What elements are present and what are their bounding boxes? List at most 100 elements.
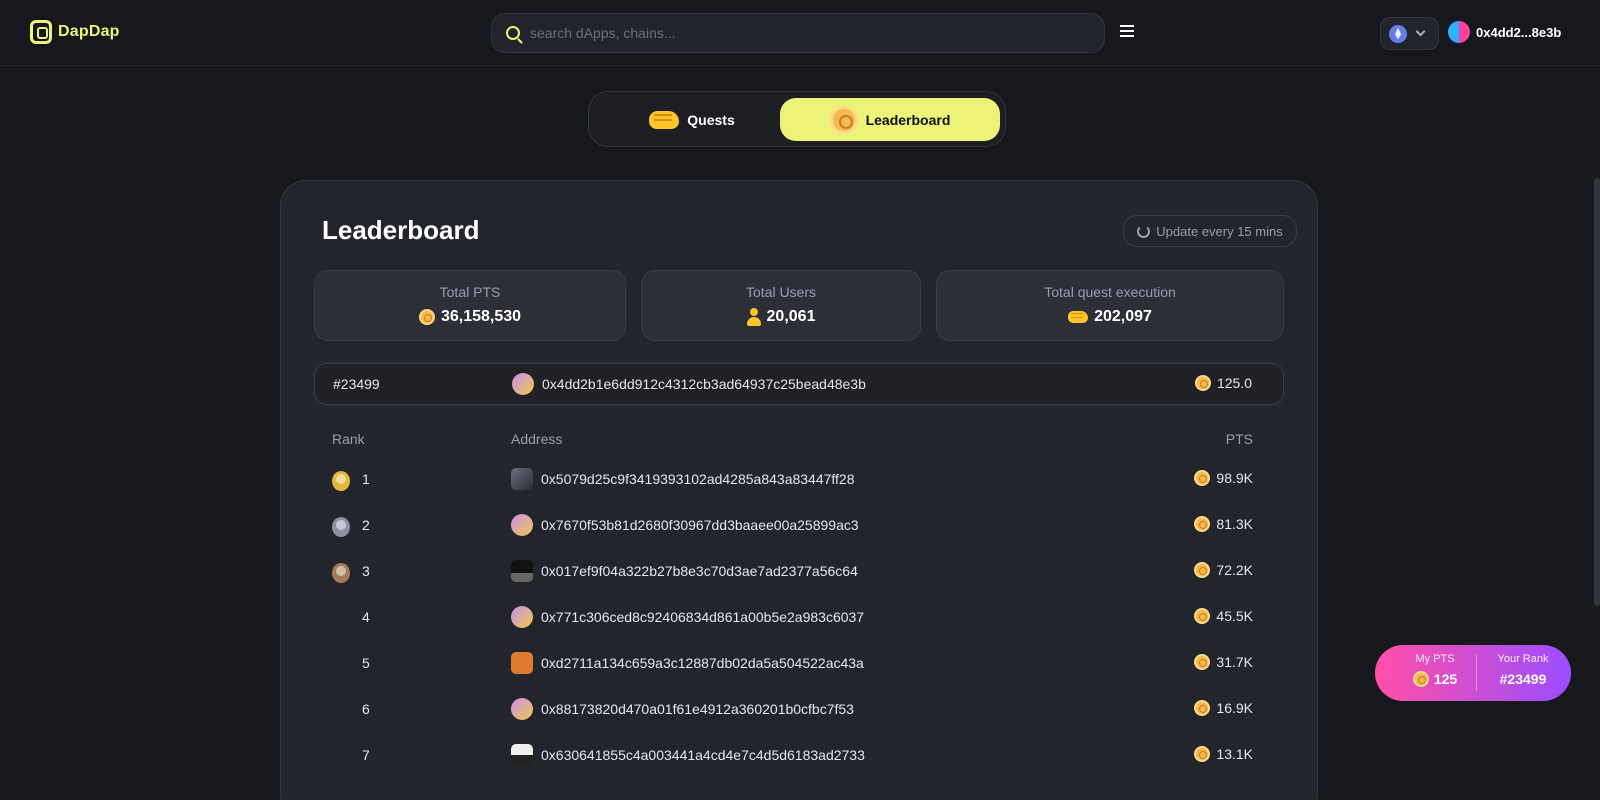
stat-number: 36,158,530 <box>440 308 522 325</box>
address-cell: 0x5079d25c9f3419393102ad4285a843a83447ff… <box>511 468 855 490</box>
coin-icon <box>1194 470 1211 486</box>
divider <box>1476 655 1477 691</box>
coin-icon <box>1194 516 1211 532</box>
stat-total-users: Total Users 20,061 <box>641 270 921 341</box>
address-cell: 0x88173820d470a01f61e4912a360201b0cfbc7f… <box>511 698 854 720</box>
column-header-rank: Rank <box>332 431 365 447</box>
address-text: 0x630641855c4a003441a4cd4e7c4d5d6183ad27… <box>541 747 865 763</box>
coin-icon <box>1412 671 1429 687</box>
tab-quests[interactable]: Quests <box>597 98 787 141</box>
coin-icon <box>1194 608 1211 624</box>
pts-text: 72.2K <box>1216 562 1253 578</box>
address-text: 0x771c306ced8c92406834d861a00b5e2a983c60… <box>541 609 865 625</box>
stat-number: 202,097 <box>1094 308 1152 325</box>
avatar <box>511 652 533 674</box>
address-text: 0x7670f53b81d2680f30967dd3baaee00a25899a… <box>541 517 859 533</box>
address-cell: 0xd2711a134c659a3c12887db02da5a504522ac4… <box>511 652 864 674</box>
address-text: 0x5079d25c9f3419393102ad4285a843a83447ff… <box>541 471 855 487</box>
app-logo[interactable]: DapDap <box>30 20 120 44</box>
stat-value: 202,097 <box>937 308 1283 326</box>
tab-label: Quests <box>687 111 735 128</box>
rank-number: 3 <box>362 563 370 579</box>
logo-text: DapDap <box>58 23 120 40</box>
table-row: 2 0x7670f53b81d2680f30967dd3baaee00a2589… <box>314 503 1284 549</box>
your-rank-section: Your Rank #23499 <box>1479 653 1567 687</box>
my-pts: 125.0 <box>1194 375 1252 391</box>
my-address: 0x4dd2b1e6dd912c4312cb3ad64937c25bead48e… <box>512 373 866 395</box>
tab-leaderboard[interactable]: Leaderboard <box>780 98 1000 141</box>
address-cell: 0x771c306ced8c92406834d861a00b5e2a983c60… <box>511 606 864 628</box>
table-row: 6 0x88173820d470a01f61e4912a360201b0cfbc… <box>314 687 1284 733</box>
stat-label: Total quest execution <box>1044 284 1176 300</box>
search-input[interactable] <box>530 25 1070 41</box>
silver-medal-icon <box>332 517 350 537</box>
top-bar: DapDap 0x4dd2...8e3b <box>0 0 1600 66</box>
pts-text: 45.5K <box>1216 608 1253 624</box>
stat-value: 36,158,530 <box>315 308 625 326</box>
ethereum-icon <box>1389 24 1407 43</box>
pts-text: 125.0 <box>1216 375 1252 391</box>
chain-selector[interactable] <box>1380 17 1439 50</box>
rank-cell <box>332 471 350 491</box>
chevron-down-icon <box>1415 26 1426 37</box>
coin-icon <box>1194 700 1211 716</box>
coin-icon <box>418 309 435 325</box>
coin-icon <box>829 105 858 134</box>
avatar <box>511 606 533 628</box>
address-text: 0xd2711a134c659a3c12887db02da5a504522ac4… <box>541 655 864 671</box>
pts-cell: 81.3K <box>1194 516 1253 532</box>
rank-number: 4 <box>362 609 370 625</box>
coin-icon <box>1194 562 1211 578</box>
address-text: 0x017ef9f04a322b27b8e3c70d3ae7ad2377a56c… <box>541 563 858 579</box>
rank-number: 6 <box>362 701 370 717</box>
my-pts-number: 125 <box>1433 671 1458 687</box>
update-frequency-badge: Update every 15 mins <box>1123 215 1297 247</box>
table-row: 4 0x771c306ced8c92406834d861a00b5e2a983c… <box>314 595 1284 641</box>
my-rank: #23499 <box>333 376 380 392</box>
address-cell: 0x7670f53b81d2680f30967dd3baaee00a25899a… <box>511 514 859 536</box>
search-box[interactable] <box>491 13 1105 53</box>
column-header-pts: PTS <box>1225 431 1253 447</box>
my-pts-section: My PTS 125 <box>1395 653 1475 687</box>
pts-cell: 45.5K <box>1194 608 1253 624</box>
coin-icon <box>1194 746 1211 762</box>
my-pts-value: 125 <box>1395 671 1475 687</box>
fist-icon <box>649 110 680 129</box>
pts-cell: 13.1K <box>1194 746 1253 762</box>
gold-medal-icon <box>332 471 350 491</box>
wallet-button[interactable]: 0x4dd2...8e3b <box>1448 21 1561 43</box>
address-text: 0x4dd2b1e6dd912c4312cb3ad64937c25bead48e… <box>542 376 866 392</box>
user-icon <box>746 308 761 326</box>
address-text: 0x88173820d470a01f61e4912a360201b0cfbc7f… <box>541 701 854 717</box>
bronze-medal-icon <box>332 563 350 583</box>
rank-number: 7 <box>362 747 370 763</box>
address-cell: 0x630641855c4a003441a4cd4e7c4d5d6183ad27… <box>511 744 865 766</box>
search-icon <box>506 26 520 40</box>
dapdap-logo-icon <box>30 20 52 44</box>
stat-label: Total Users <box>745 284 817 300</box>
my-pts-widget[interactable]: My PTS 125 Your Rank #23499 <box>1375 645 1571 701</box>
column-header-address: Address <box>511 431 563 447</box>
rank-number: 2 <box>362 517 370 533</box>
pts-text: 31.7K <box>1216 654 1253 670</box>
avatar <box>511 744 533 766</box>
update-label: Update every 15 mins <box>1156 223 1283 239</box>
refresh-icon <box>1137 224 1151 238</box>
your-rank-value: #23499 <box>1499 671 1547 687</box>
avatar <box>511 560 533 582</box>
page-title: Leaderboard <box>322 215 480 245</box>
table-row: 5 0xd2711a134c659a3c12887db02da5a504522a… <box>314 641 1284 687</box>
my-rank-row: #23499 0x4dd2b1e6dd912c4312cb3ad64937c25… <box>314 363 1284 405</box>
menu-icon[interactable] <box>1120 25 1134 37</box>
leaderboard-card: Leaderboard Update every 15 mins Total P… <box>280 180 1318 800</box>
address-cell: 0x017ef9f04a322b27b8e3c70d3ae7ad2377a56c… <box>511 560 858 582</box>
page-scrollbar[interactable] <box>1594 178 1600 606</box>
stat-total-pts: Total PTS 36,158,530 <box>314 270 626 341</box>
stat-total-quest-execution: Total quest execution 202,097 <box>936 270 1284 341</box>
tab-label: Leaderboard <box>865 111 951 128</box>
avatar <box>511 468 533 490</box>
wallet-address: 0x4dd2...8e3b <box>1476 24 1562 40</box>
stat-number: 20,061 <box>766 308 816 325</box>
rank-cell <box>332 563 350 583</box>
pts-text: 81.3K <box>1216 516 1253 532</box>
